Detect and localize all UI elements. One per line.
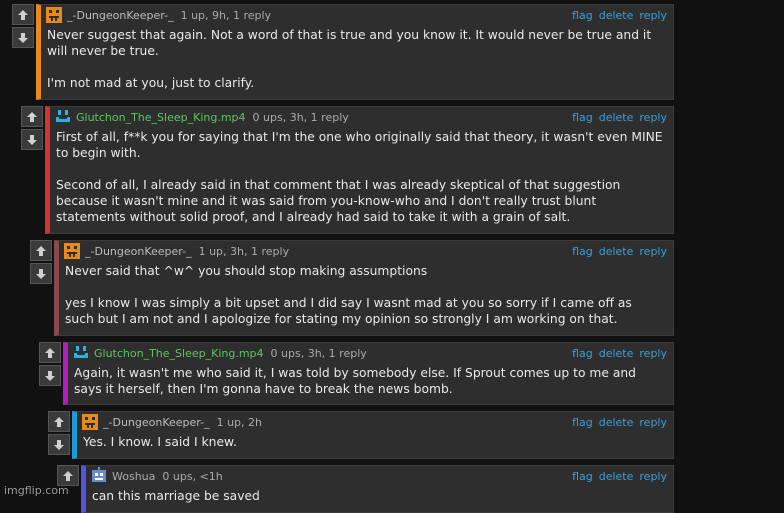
upvote-button[interactable]	[12, 4, 34, 25]
delete-link[interactable]: delete	[599, 416, 634, 429]
comment-body: First of all, f**k you for saying that I…	[50, 127, 673, 231]
arrow-down-icon	[27, 134, 37, 145]
comment: Glutchon_The_Sleep_King.mp4 0 ups, 3h, 1…	[39, 342, 674, 405]
comment-text: Never suggest that again. Not a word of …	[47, 28, 652, 58]
comment-meta: 0 ups, 3h, 1 reply	[270, 346, 367, 360]
reply-link[interactable]: reply	[639, 111, 667, 124]
reply-link[interactable]: reply	[639, 9, 667, 22]
blue-smile-face-icon[interactable]	[54, 108, 72, 126]
orange-pixel-face-icon[interactable]	[81, 413, 99, 431]
delete-link[interactable]: delete	[599, 111, 634, 124]
watermark: imgflip.com	[4, 484, 69, 497]
delete-link[interactable]: delete	[599, 245, 634, 258]
delete-link[interactable]: delete	[599, 347, 634, 360]
comment-header: Glutchon_The_Sleep_King.mp4 0 ups, 3h, 1…	[68, 343, 673, 363]
upvote-button[interactable]	[48, 411, 70, 432]
downvote-button[interactable]	[48, 434, 70, 455]
orange-pixel-face-icon[interactable]	[63, 242, 81, 260]
vote-controls	[30, 240, 52, 284]
comment-header: Glutchon_The_Sleep_King.mp4 0 ups, 3h, 1…	[50, 107, 673, 127]
arrow-up-icon	[27, 111, 37, 122]
comment-box: _-DungeonKeeper-_ 1 up, 2h flag delete r…	[72, 411, 674, 459]
comment: Glutchon_The_Sleep_King.mp4 0 ups, 3h, 1…	[21, 106, 674, 234]
comment-header: _-DungeonKeeper-_ 1 up, 2h flag delete r…	[77, 412, 673, 432]
username-link[interactable]: Glutchon_The_Sleep_King.mp4	[94, 347, 264, 360]
downvote-button[interactable]	[12, 27, 34, 48]
orange-pixel-face-icon[interactable]	[45, 6, 63, 24]
comment-box: Glutchon_The_Sleep_King.mp4 0 ups, 3h, 1…	[63, 342, 674, 405]
comment-meta: 1 up, 3h, 1 reply	[198, 244, 290, 258]
flag-link[interactable]: flag	[572, 245, 593, 258]
vote-controls	[21, 106, 43, 150]
comment-meta: 0 ups, <1h	[162, 469, 223, 483]
comment: Woshua 0 ups, <1h flag delete reply can …	[57, 465, 674, 513]
comment-header: _-DungeonKeeper-_ 1 up, 9h, 1 reply flag…	[41, 5, 673, 25]
comment-text: Again, it wasn't me who said it, I was t…	[74, 366, 636, 396]
comment-text: can this marriage be saved	[92, 489, 260, 503]
comment-body: Again, it wasn't me who said it, I was t…	[68, 363, 673, 403]
reply-link[interactable]: reply	[639, 416, 667, 429]
comment-text: Yes. I know. I said I knew.	[83, 435, 237, 449]
arrow-up-icon	[45, 347, 55, 358]
robot-face-icon[interactable]	[90, 467, 108, 485]
vote-controls	[39, 342, 61, 386]
comment-body: Never suggest that again. Not a word of …	[41, 25, 673, 97]
comment-body: can this marriage be saved	[86, 486, 673, 510]
comment-text: I'm not mad at you, just to clarify.	[47, 76, 255, 90]
comment-text: First of all, f**k you for saying that I…	[56, 130, 663, 160]
flag-link[interactable]: flag	[572, 470, 593, 483]
arrow-up-icon	[63, 470, 73, 481]
reply-link[interactable]: reply	[639, 245, 667, 258]
username-link[interactable]: Glutchon_The_Sleep_King.mp4	[76, 111, 246, 124]
comment-box: _-DungeonKeeper-_ 1 up, 3h, 1 reply flag…	[54, 240, 674, 336]
delete-link[interactable]: delete	[599, 9, 634, 22]
flag-link[interactable]: flag	[572, 416, 593, 429]
comment: _-DungeonKeeper-_ 1 up, 2h flag delete r…	[48, 411, 674, 459]
downvote-button[interactable]	[30, 263, 52, 284]
arrow-down-icon	[54, 439, 64, 450]
comment-body: Never said that ^w^ you should stop maki…	[59, 261, 673, 333]
blue-smile-face-icon[interactable]	[72, 344, 90, 362]
flag-link[interactable]: flag	[572, 9, 593, 22]
reply-link[interactable]: reply	[639, 470, 667, 483]
upvote-button[interactable]	[57, 465, 79, 486]
delete-link[interactable]: delete	[599, 470, 634, 483]
comment-box: _-DungeonKeeper-_ 1 up, 9h, 1 reply flag…	[36, 4, 674, 100]
arrow-down-icon	[45, 370, 55, 381]
upvote-button[interactable]	[30, 240, 52, 261]
username-link[interactable]: _-DungeonKeeper-_	[85, 245, 192, 258]
comment-box: Woshua 0 ups, <1h flag delete reply can …	[81, 465, 674, 513]
arrow-down-icon	[36, 268, 46, 279]
comment-header: _-DungeonKeeper-_ 1 up, 3h, 1 reply flag…	[59, 241, 673, 261]
comment-body: Yes. I know. I said I knew.	[77, 432, 673, 456]
upvote-button[interactable]	[21, 106, 43, 127]
arrow-up-icon	[36, 245, 46, 256]
vote-controls	[57, 465, 79, 486]
upvote-button[interactable]	[39, 342, 61, 363]
arrow-up-icon	[18, 9, 28, 20]
flag-link[interactable]: flag	[572, 111, 593, 124]
comment: _-DungeonKeeper-_ 1 up, 3h, 1 reply flag…	[30, 240, 674, 336]
comment-box: Glutchon_The_Sleep_King.mp4 0 ups, 3h, 1…	[45, 106, 674, 234]
comment-text: Second of all, I already said in that co…	[56, 178, 621, 224]
comment-text: Never said that ^w^ you should stop maki…	[65, 264, 428, 278]
comment-header: Woshua 0 ups, <1h flag delete reply	[86, 466, 673, 486]
vote-controls	[48, 411, 70, 455]
arrow-down-icon	[18, 32, 28, 43]
vote-controls	[12, 4, 34, 48]
username-link[interactable]: Woshua	[112, 470, 155, 483]
username-link[interactable]: _-DungeonKeeper-_	[67, 9, 174, 22]
downvote-button[interactable]	[39, 365, 61, 386]
comment-meta: 1 up, 2h	[216, 415, 262, 429]
arrow-up-icon	[54, 416, 64, 427]
username-link[interactable]: _-DungeonKeeper-_	[103, 416, 210, 429]
comment-meta: 0 ups, 3h, 1 reply	[252, 110, 349, 124]
comment-text: yes I know I was simply a bit upset and …	[65, 296, 632, 326]
downvote-button[interactable]	[21, 129, 43, 150]
reply-link[interactable]: reply	[639, 347, 667, 360]
comment: _-DungeonKeeper-_ 1 up, 9h, 1 reply flag…	[12, 4, 674, 100]
comment-meta: 1 up, 9h, 1 reply	[180, 8, 272, 22]
flag-link[interactable]: flag	[572, 347, 593, 360]
